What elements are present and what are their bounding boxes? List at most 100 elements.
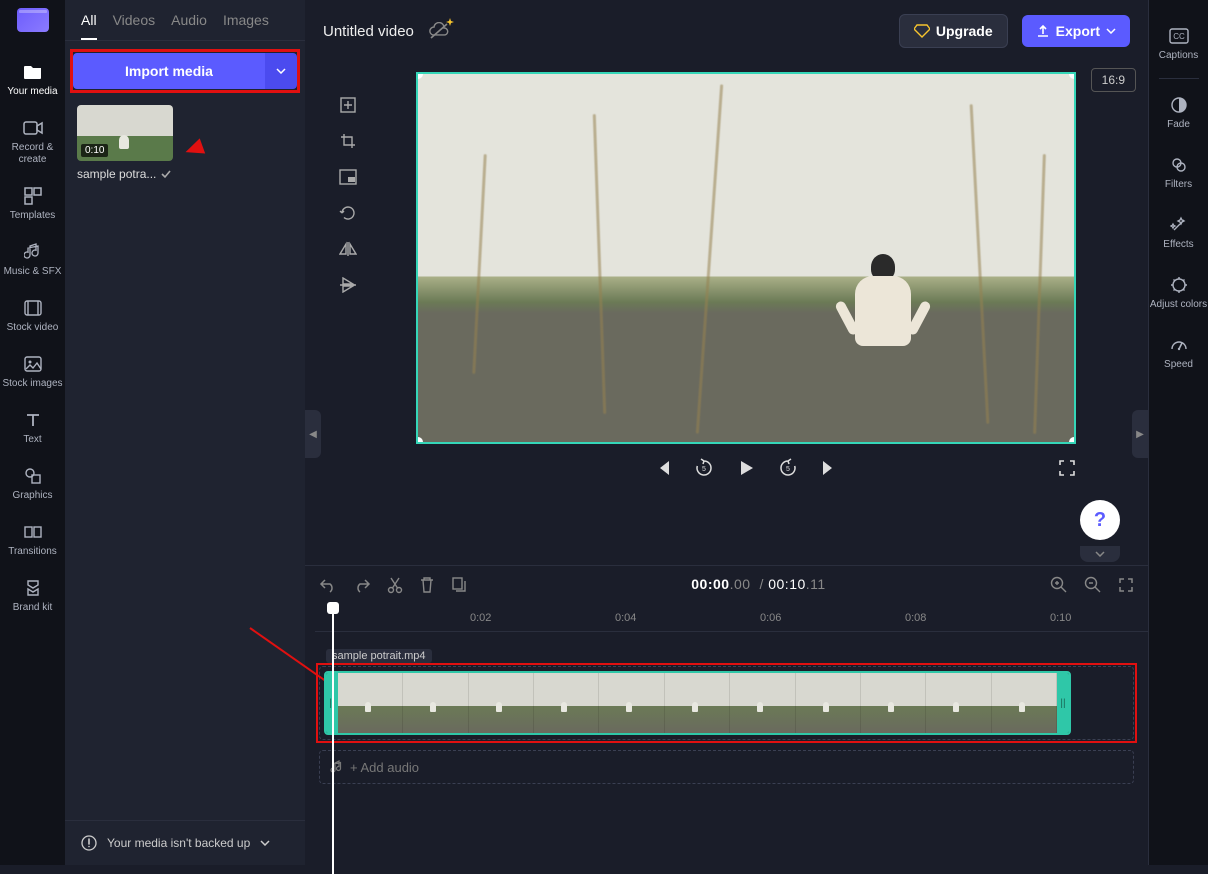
fullscreen-button[interactable] xyxy=(1058,459,1076,477)
annotation-arrow xyxy=(240,617,330,707)
clip-trim-right[interactable]: || xyxy=(1057,673,1069,733)
camera-icon xyxy=(23,118,43,138)
clip-name-text: sample potra... xyxy=(77,167,156,181)
brand-icon xyxy=(23,578,43,598)
import-media-button-group: Import media xyxy=(73,53,297,89)
warning-icon xyxy=(81,835,97,851)
tab-all[interactable]: All xyxy=(81,12,97,40)
prop-effects[interactable]: Effects xyxy=(1149,203,1208,263)
ruler-tick: 0:02 xyxy=(470,612,491,624)
diamond-icon xyxy=(914,24,930,38)
captions-icon: CC xyxy=(1169,26,1189,46)
upgrade-button[interactable]: Upgrade xyxy=(899,14,1008,48)
tab-images[interactable]: Images xyxy=(223,12,269,40)
help-button[interactable]: ? xyxy=(1080,500,1120,540)
zoom-fit-button[interactable] xyxy=(1118,577,1134,593)
resize-handle[interactable] xyxy=(1069,437,1076,444)
nav-label: Brand kit xyxy=(13,602,52,614)
split-button[interactable] xyxy=(387,576,403,594)
svg-text:CC: CC xyxy=(1173,32,1185,41)
nav-brand-kit[interactable]: Brand kit xyxy=(0,568,65,624)
playhead[interactable] xyxy=(327,602,339,614)
nav-graphics[interactable]: Graphics xyxy=(0,456,65,512)
nav-label: Transitions xyxy=(8,546,57,558)
clip-name-row: sample potra... xyxy=(77,167,173,181)
video-track[interactable]: sample potrait.mp4 || || xyxy=(319,666,1134,740)
rewind-button[interactable]: 5 xyxy=(694,458,714,478)
timeline-ruler[interactable]: 0:02 0:04 0:06 0:08 0:10 xyxy=(315,604,1148,632)
effects-icon xyxy=(1169,215,1189,235)
chevron-down-icon xyxy=(1106,28,1116,34)
resize-handle[interactable] xyxy=(416,72,423,79)
video-clip[interactable]: || || xyxy=(324,671,1071,735)
timeline-toolbar: 00:00.00 / 00:10.11 xyxy=(305,566,1148,604)
center-area: Untitled video Upgrade Export 16:9 xyxy=(305,0,1148,865)
fit-tool[interactable] xyxy=(335,92,361,118)
redo-button[interactable] xyxy=(353,577,371,593)
rotate-tool[interactable] xyxy=(335,200,361,226)
nav-label: Your media xyxy=(7,86,57,98)
media-panel: All Videos Audio Images Import media 0:1… xyxy=(65,0,305,865)
prop-speed[interactable]: Speed xyxy=(1149,323,1208,383)
skip-end-button[interactable] xyxy=(820,459,838,477)
forward-button[interactable]: 5 xyxy=(778,458,798,478)
fade-icon xyxy=(1169,95,1189,115)
backup-warning[interactable]: Your media isn't backed up xyxy=(65,820,305,865)
prop-adjust-colors[interactable]: Adjust colors xyxy=(1149,263,1208,323)
nav-your-media[interactable]: Your media xyxy=(0,52,65,108)
resize-handle[interactable] xyxy=(1069,72,1076,79)
timeline-time: 00:00.00 / 00:10.11 xyxy=(483,576,1034,594)
nav-record-create[interactable]: Record & create xyxy=(0,108,65,176)
shapes-icon xyxy=(23,466,43,486)
expand-chip[interactable] xyxy=(1080,546,1120,562)
aspect-ratio-chip[interactable]: 16:9 xyxy=(1091,68,1136,92)
collapse-right-panel[interactable]: ▶ xyxy=(1132,410,1148,458)
play-button[interactable] xyxy=(736,458,756,478)
nav-transitions[interactable]: Transitions xyxy=(0,512,65,568)
nav-stock-images[interactable]: Stock images xyxy=(0,344,65,400)
nav-text[interactable]: Text xyxy=(0,400,65,456)
prop-filters[interactable]: Filters xyxy=(1149,143,1208,203)
upgrade-label: Upgrade xyxy=(936,23,993,39)
template-icon xyxy=(23,186,43,206)
flip-h-tool[interactable] xyxy=(335,236,361,262)
media-clip-thumbnail[interactable]: 0:10 xyxy=(77,105,173,161)
audio-track[interactable]: + Add audio xyxy=(319,750,1134,784)
ruler-tick: 0:06 xyxy=(760,612,781,624)
media-tabs: All Videos Audio Images xyxy=(65,0,305,41)
project-title[interactable]: Untitled video xyxy=(323,23,414,40)
prop-label: Adjust colors xyxy=(1150,299,1207,311)
delete-button[interactable] xyxy=(419,576,435,594)
collapse-left-panel[interactable]: ◀ xyxy=(305,410,321,458)
chevron-down-icon xyxy=(260,840,270,846)
nav-music-sfx[interactable]: Music & SFX xyxy=(0,232,65,288)
prop-fade[interactable]: Fade xyxy=(1149,83,1208,143)
pip-tool[interactable] xyxy=(335,164,361,190)
video-preview[interactable] xyxy=(416,72,1076,444)
prop-captions[interactable]: CC Captions xyxy=(1149,14,1208,74)
crop-tool[interactable] xyxy=(335,128,361,154)
nav-stock-video[interactable]: Stock video xyxy=(0,288,65,344)
import-media-button[interactable]: Import media xyxy=(73,53,265,89)
speed-icon xyxy=(1169,335,1189,355)
tab-videos[interactable]: Videos xyxy=(113,12,156,40)
import-media-caret[interactable] xyxy=(265,53,297,89)
zoom-in-button[interactable] xyxy=(1050,576,1068,594)
cloud-off-icon[interactable] xyxy=(428,22,450,40)
folder-icon xyxy=(23,62,43,82)
flip-v-tool[interactable] xyxy=(335,272,361,298)
resize-handle[interactable] xyxy=(416,437,423,444)
current-time: 00:00 xyxy=(691,576,729,592)
export-button[interactable]: Export xyxy=(1022,15,1130,47)
zoom-out-button[interactable] xyxy=(1084,576,1102,594)
nav-templates[interactable]: Templates xyxy=(0,176,65,232)
skip-start-button[interactable] xyxy=(654,459,672,477)
prop-label: Effects xyxy=(1163,239,1193,251)
track-spacer xyxy=(319,642,1134,656)
duplicate-button[interactable] xyxy=(451,576,467,594)
upload-icon xyxy=(1036,24,1050,38)
nav-label: Templates xyxy=(10,210,56,222)
clip-duration-badge: 0:10 xyxy=(81,144,108,157)
undo-button[interactable] xyxy=(319,577,337,593)
tab-audio[interactable]: Audio xyxy=(171,12,207,40)
